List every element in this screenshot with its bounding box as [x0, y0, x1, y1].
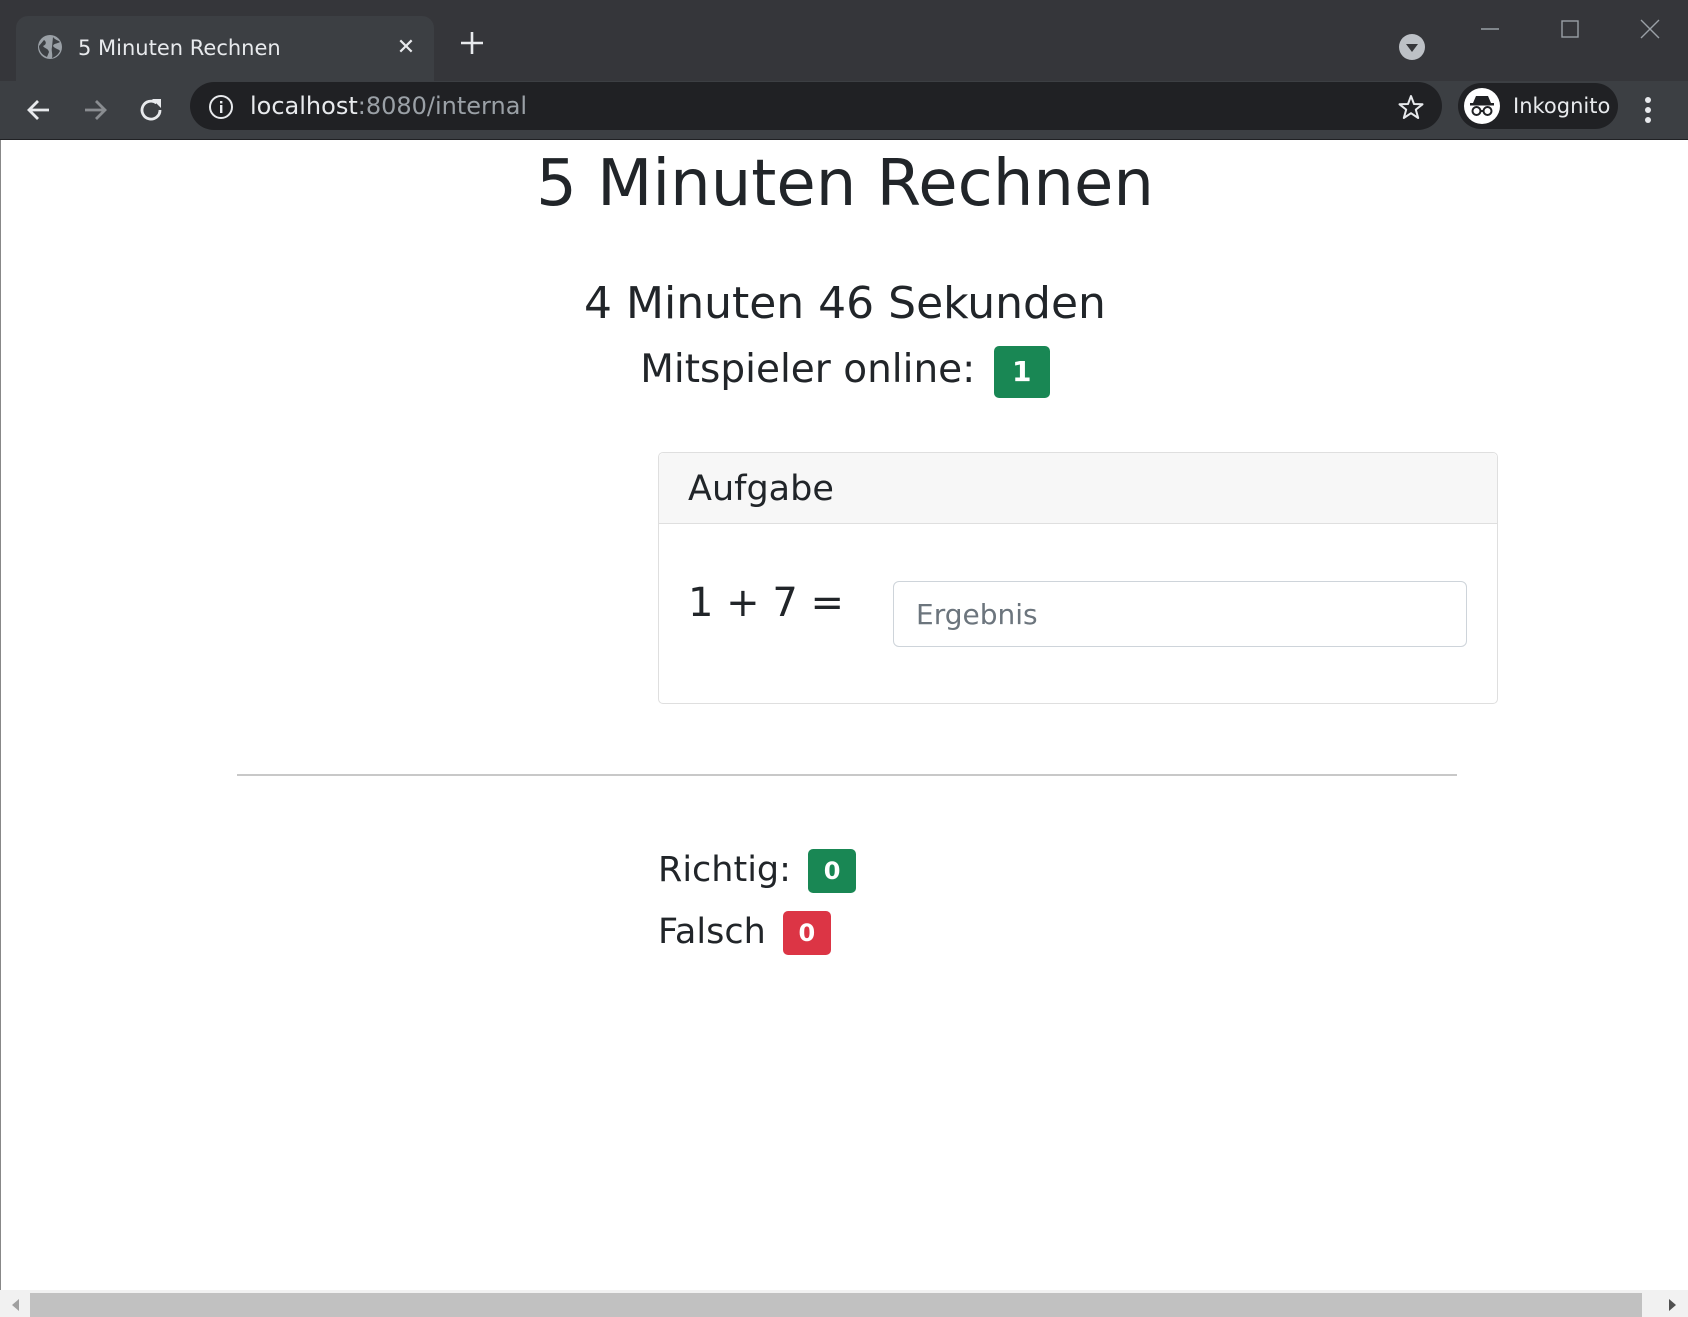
wrong-score: Falsch 0 — [658, 909, 831, 955]
task-card-header: Aufgabe — [659, 453, 1497, 524]
more-menu-icon[interactable] — [1638, 93, 1658, 131]
back-arrow-icon[interactable] — [22, 93, 56, 127]
horizontal-scrollbar[interactable] — [0, 1290, 1688, 1317]
globe-icon — [36, 33, 64, 65]
forward-arrow-icon[interactable] — [78, 93, 112, 127]
browser-toolbar: localhost:8080/internal Inkognito — [0, 81, 1688, 140]
profile-label: Inkognito — [1513, 94, 1611, 118]
info-icon[interactable] — [208, 94, 234, 124]
reload-icon[interactable] — [134, 93, 168, 127]
correct-score: Richtig: 0 — [658, 847, 857, 893]
plus-icon[interactable] — [459, 30, 485, 60]
wrong-label: Falsch — [658, 912, 766, 952]
minimize-icon[interactable] — [1477, 16, 1503, 46]
countdown-timer: 4 Minuten 46 Sekunden — [584, 278, 1106, 329]
wrong-count-badge: 0 — [782, 911, 831, 955]
task-card-title: Aufgabe — [688, 469, 834, 509]
close-icon[interactable]: ✕ — [393, 35, 419, 61]
browser-tabstrip: 5 Minuten Rechnen ✕ — [0, 0, 1688, 81]
browser-tab[interactable]: 5 Minuten Rechnen ✕ — [16, 16, 434, 81]
incognito-profile-button[interactable]: Inkognito — [1458, 83, 1618, 129]
correct-count-badge: 0 — [808, 849, 857, 893]
url-path: :8080/internal — [357, 92, 528, 120]
scroll-left-arrow-icon[interactable] — [10, 1297, 22, 1316]
tab-search-icon[interactable] — [1398, 33, 1426, 65]
page-title: 5 Minuten Rechnen — [536, 147, 1154, 221]
equation-text: 1 + 7 = — [688, 580, 845, 626]
url-host: localhost — [250, 92, 358, 120]
tab-title: 5 Minuten Rechnen — [78, 36, 281, 60]
scroll-right-arrow-icon[interactable] — [1666, 1297, 1678, 1316]
answer-input[interactable] — [893, 581, 1467, 647]
page-content: 5 Minuten Rechnen 4 Minuten 46 Sekunden … — [0, 140, 1688, 1290]
address-bar[interactable]: localhost:8080/internal — [190, 82, 1442, 130]
divider — [237, 774, 1457, 776]
task-card: Aufgabe 1 + 7 = — [658, 452, 1498, 704]
correct-label: Richtig: — [658, 850, 791, 890]
scrollbar-thumb[interactable] — [30, 1293, 1642, 1317]
players-count-badge: 1 — [993, 345, 1050, 398]
url-text[interactable]: localhost:8080/internal — [250, 91, 527, 121]
maximize-icon[interactable] — [1557, 16, 1583, 46]
players-online: Mitspieler online: 1 — [1, 343, 1688, 398]
players-label: Mitspieler online: — [640, 347, 976, 392]
window-close-icon[interactable] — [1637, 16, 1663, 46]
incognito-icon — [1464, 88, 1500, 124]
star-icon[interactable] — [1397, 93, 1425, 125]
